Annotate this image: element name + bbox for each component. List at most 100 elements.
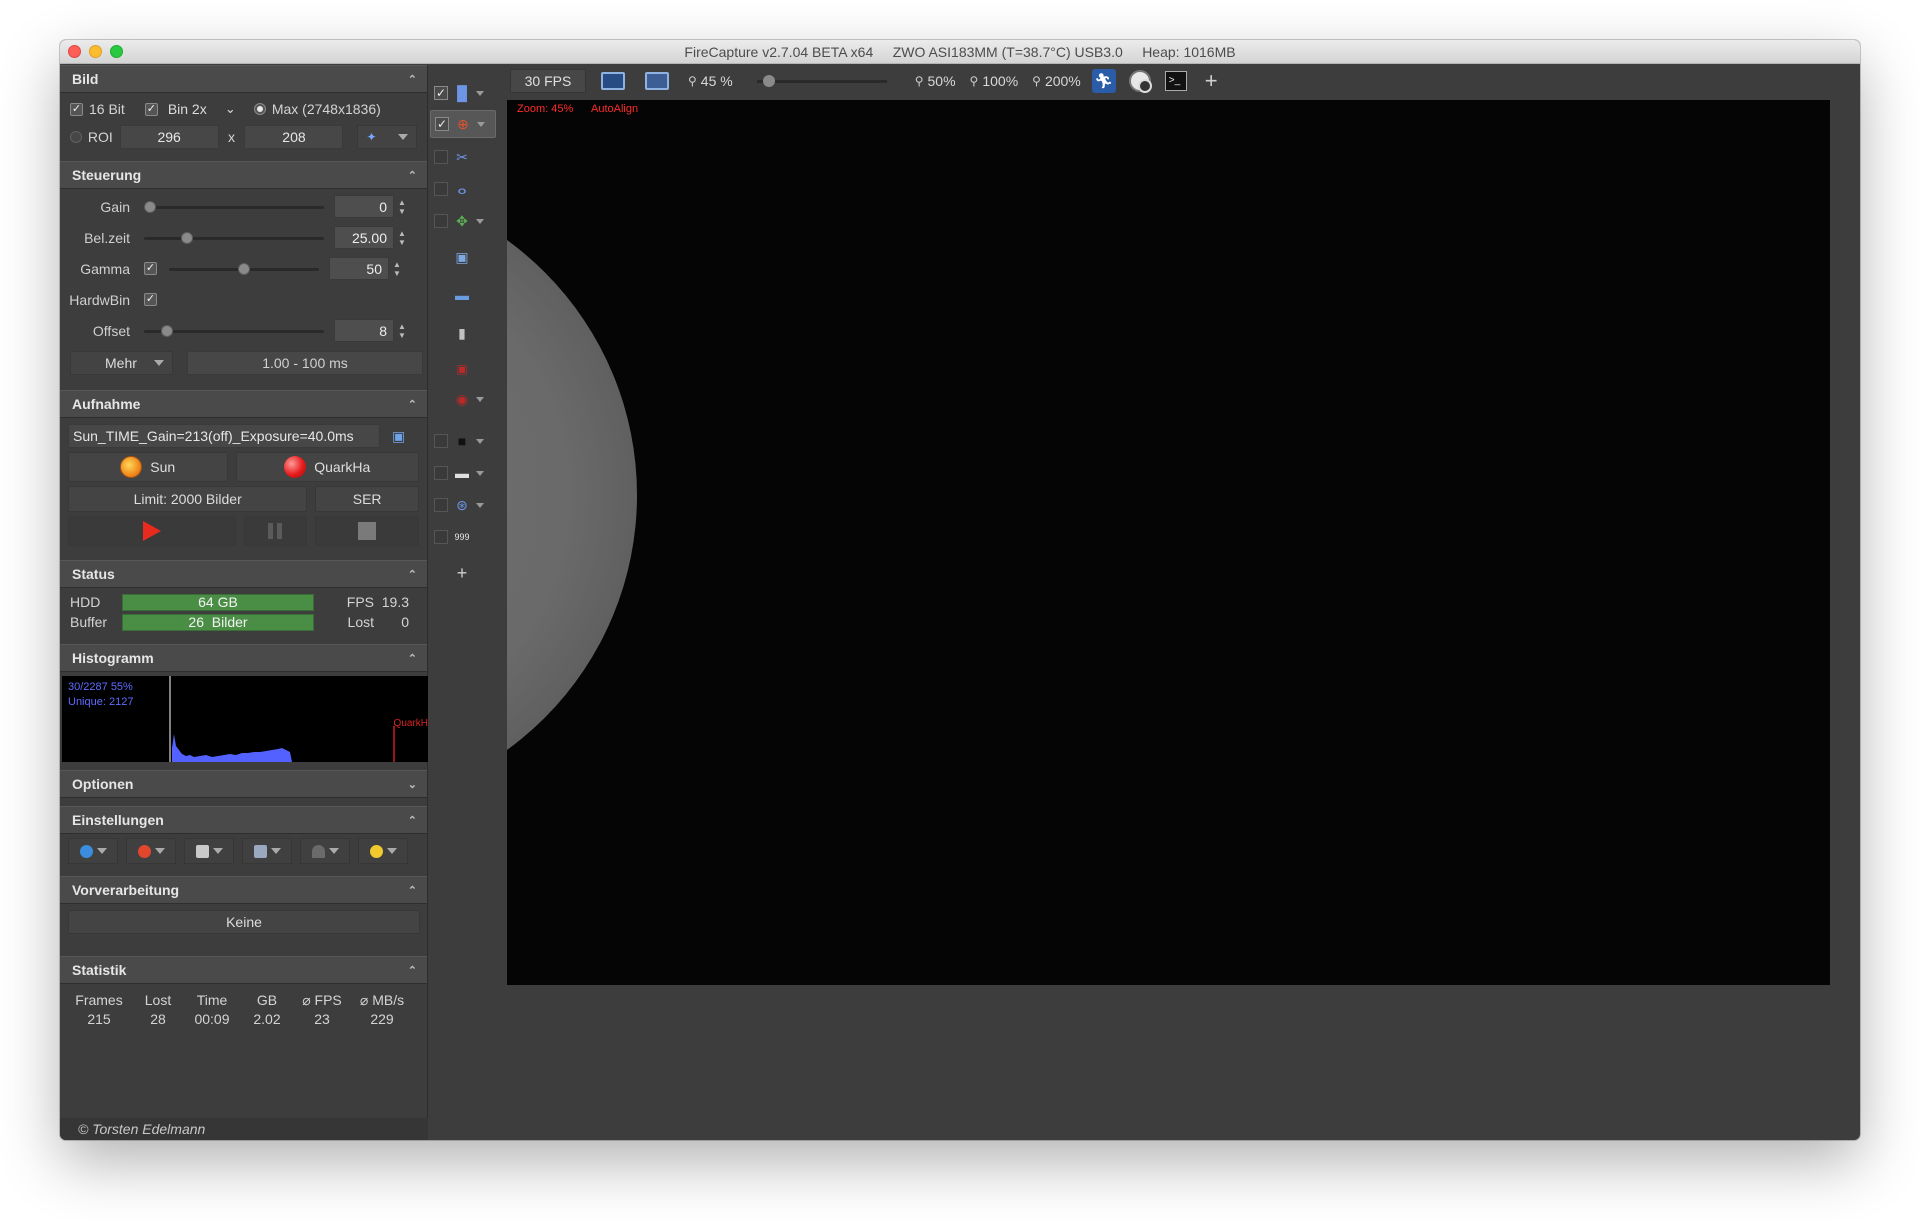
section-header-einstellungen[interactable]: Einstellungen ⌃ <box>60 806 427 834</box>
zoom-slider[interactable] <box>756 74 887 88</box>
tool-histogram[interactable]: ✓ ▐▌ <box>430 79 496 107</box>
tool-checkbox[interactable] <box>434 434 448 448</box>
roi-preset-select[interactable]: ✦ <box>357 125 418 149</box>
offset-slider[interactable] <box>144 324 324 338</box>
camera-icon[interactable]: ▣ <box>392 428 405 445</box>
image-viewer[interactable]: Zoom: 45% AutoAlign <box>507 100 1830 985</box>
terminal-button[interactable]: >_ <box>1163 68 1189 94</box>
stepper-arrows-icon[interactable]: ▲ ▼ <box>396 198 408 216</box>
zoom-200-button[interactable]: ⚲ 200% <box>1032 73 1081 89</box>
add-icon[interactable]: + <box>1205 68 1218 94</box>
tool-open-folder[interactable]: ▬ <box>430 281 496 309</box>
max-radio[interactable] <box>253 103 266 115</box>
capture-start-button[interactable] <box>68 516 236 546</box>
tool-flat[interactable]: ▬ <box>430 459 496 487</box>
section-header-bild[interactable]: Bild ⌃ <box>60 65 427 93</box>
mehr-select[interactable]: Mehr <box>70 351 173 375</box>
gain-slider[interactable] <box>144 200 324 214</box>
autorun-button[interactable]: 🏃︎ <box>1091 68 1117 94</box>
close-button[interactable] <box>68 45 81 58</box>
section-header-vorverarbeitung[interactable]: Vorverarbeitung ⌃ <box>60 876 427 904</box>
slider-knob[interactable] <box>181 231 193 244</box>
roi-radio[interactable] <box>70 131 82 143</box>
stepper-arrows-icon[interactable]: ▲ ▼ <box>396 229 408 247</box>
tool-black-level[interactable]: ■ <box>430 427 496 455</box>
section-header-optionen[interactable]: Optionen ⌄ <box>60 770 427 798</box>
section-header-aufnahme[interactable]: Aufnahme ⌃ <box>60 390 427 418</box>
tool-add[interactable]: + <box>430 559 496 587</box>
collapse-icon[interactable]: ⌃ <box>408 884 417 897</box>
16bit-checkbox[interactable]: ✓ <box>70 102 83 116</box>
slider-knob[interactable] <box>144 200 156 213</box>
section-header-statistik[interactable]: Statistik ⌃ <box>60 956 427 984</box>
gamma-stepper[interactable]: 50 ▲ ▼ <box>329 257 403 280</box>
zoom-50-button[interactable]: ⚲ 50% <box>915 73 956 89</box>
tool-tracking[interactable]: ✥ <box>430 207 496 235</box>
section-header-histogramm[interactable]: Histogramm ⌃ <box>60 644 427 672</box>
tool-checkbox[interactable] <box>434 530 448 544</box>
zoom-button[interactable] <box>110 45 123 58</box>
collapse-icon[interactable]: ⌃ <box>408 73 417 86</box>
profile-quarkha-button[interactable]: QuarkHa <box>235 452 419 482</box>
belzeit-stepper[interactable]: 25.00 ▲ ▼ <box>334 226 408 249</box>
bin-select[interactable]: Bin 2x ⌄ <box>164 97 240 121</box>
gain-stepper[interactable]: 0 ▲ ▼ <box>334 195 408 218</box>
tool-checkbox[interactable]: ✓ <box>434 86 448 100</box>
fit-screen-button[interactable] <box>596 68 630 94</box>
tool-reticle[interactable]: ⊛ <box>430 491 496 519</box>
belzeit-slider[interactable] <box>144 231 324 245</box>
collapse-icon[interactable]: ⌃ <box>408 964 417 977</box>
tool-checkbox[interactable] <box>434 150 448 164</box>
tool-checkbox[interactable] <box>434 214 448 228</box>
collapse-icon[interactable]: ⌃ <box>408 568 417 581</box>
tool-checkbox[interactable] <box>434 498 448 512</box>
roi-height-field[interactable]: 208 <box>244 125 344 149</box>
limit-button[interactable]: Limit: 2000 Bilder <box>68 486 308 512</box>
filename-field[interactable]: Sun_TIME_Gain=213(off)_Exposure=40.0ms <box>68 424 380 448</box>
preprocessing-select[interactable]: Keine <box>68 910 420 934</box>
stepper-arrows-icon[interactable]: ▲ ▼ <box>391 260 403 278</box>
tool-cut[interactable]: ✂ <box>430 143 496 171</box>
gamma-checkbox[interactable]: ✓ <box>144 262 157 275</box>
record-camera-button[interactable] <box>1127 68 1153 94</box>
collapse-icon[interactable]: ⌃ <box>408 169 417 182</box>
collapse-icon[interactable]: ⌃ <box>408 814 417 827</box>
tool-focus[interactable]: ⴰ <box>430 175 496 203</box>
settings-display-dropdown[interactable] <box>242 838 292 864</box>
tool-record-settings[interactable]: ◉ <box>430 385 496 413</box>
slider-knob[interactable] <box>161 324 173 337</box>
expand-icon[interactable]: ⌄ <box>408 778 417 791</box>
stepper-arrows-icon[interactable]: ▲ ▼ <box>396 322 408 340</box>
settings-target-dropdown[interactable] <box>126 838 176 864</box>
tool-crosshair[interactable]: ✓ ⊕ <box>430 110 496 138</box>
capture-pause-button[interactable] <box>243 516 308 546</box>
tool-checkbox[interactable]: ✓ <box>435 117 449 131</box>
tool-overlay[interactable]: ▣ <box>430 355 496 383</box>
tool-checkbox[interactable] <box>434 466 448 480</box>
section-header-steuerung[interactable]: Steuerung ⌃ <box>60 161 427 189</box>
collapse-icon[interactable]: ⌃ <box>408 652 417 665</box>
profile-sun-button[interactable]: Sun <box>68 452 228 482</box>
section-header-status[interactable]: Status ⌃ <box>60 560 427 588</box>
settings-plugin-dropdown[interactable] <box>358 838 408 864</box>
fullscreen-button[interactable] <box>640 68 674 94</box>
tool-counter[interactable]: 999 <box>430 523 496 551</box>
bin-checkbox[interactable]: ✓ <box>144 102 158 116</box>
minimize-button[interactable] <box>89 45 102 58</box>
slider-knob[interactable] <box>762 75 775 87</box>
roi-width-field[interactable]: 296 <box>119 125 219 149</box>
capture-stop-button[interactable] <box>315 516 419 546</box>
zoom-100-button[interactable]: ⚲ 100% <box>970 73 1019 89</box>
gamma-slider[interactable] <box>169 262 319 276</box>
tool-checkbox[interactable] <box>434 182 448 196</box>
settings-copy-dropdown[interactable] <box>184 838 234 864</box>
settings-mount-dropdown[interactable] <box>300 838 350 864</box>
offset-stepper[interactable]: 8 ▲ ▼ <box>334 319 408 342</box>
slider-knob[interactable] <box>238 262 250 275</box>
histogram-view[interactable]: 30/2287 55% Unique: 2127 QuarkH <box>62 676 428 762</box>
tool-snapshot[interactable]: ▣ <box>430 243 496 271</box>
tool-delete[interactable]: ▮ <box>430 319 496 347</box>
settings-camera-dropdown[interactable] <box>68 838 118 864</box>
fps-display[interactable]: 30 FPS <box>510 69 586 93</box>
format-button[interactable]: SER <box>315 486 419 512</box>
